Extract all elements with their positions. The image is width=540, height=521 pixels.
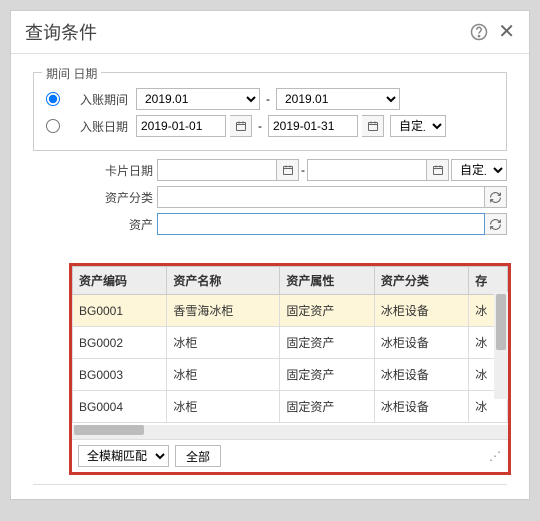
table-row[interactable]: BG0001香雪海冰柜固定资产冰柜设备冰	[73, 295, 508, 327]
date-radio[interactable]	[46, 119, 60, 133]
table-cell: 冰柜设备	[374, 359, 468, 391]
calendar-icon[interactable]	[277, 159, 299, 181]
dialog-title: 查询条件	[25, 19, 470, 45]
calendar-icon[interactable]	[230, 115, 252, 137]
period-fieldset: 期间 日期 入账期间 2019.01 - 2019.01 入账日期 - 自定义	[33, 72, 507, 151]
date-from-input[interactable]	[136, 115, 226, 137]
refresh-icon[interactable]	[485, 186, 507, 208]
title-bar: 查询条件 ✕	[11, 11, 529, 54]
match-mode-select[interactable]: 全模糊匹配	[78, 445, 169, 467]
table-cell: 冰柜设备	[374, 327, 468, 359]
vertical-scrollbar[interactable]	[494, 292, 508, 399]
table-cell: 固定资产	[280, 295, 374, 327]
table-cell: 固定资产	[280, 359, 374, 391]
col-name[interactable]: 资产名称	[167, 267, 280, 295]
table-cell: 香雪海冰柜	[167, 295, 280, 327]
close-icon[interactable]: ✕	[498, 22, 515, 42]
col-store[interactable]: 存	[469, 267, 508, 295]
table-cell: 冰柜设备	[374, 295, 468, 327]
period-to-select[interactable]: 2019.01	[276, 88, 400, 110]
help-icon[interactable]	[470, 23, 488, 41]
table-cell: BG0003	[73, 359, 167, 391]
table-cell: 冰柜	[167, 391, 280, 423]
horizontal-scrollbar[interactable]	[72, 425, 508, 439]
period-radio[interactable]	[46, 92, 60, 106]
col-cat[interactable]: 资产分类	[374, 267, 468, 295]
divider	[33, 484, 507, 485]
asset-input[interactable]	[157, 213, 485, 235]
col-code[interactable]: 资产编码	[73, 267, 167, 295]
fieldset-legend: 期间 日期	[42, 65, 101, 82]
popup-footer: 全模糊匹配 全部 ⋰	[72, 439, 508, 472]
date-to-input[interactable]	[268, 115, 358, 137]
table-row[interactable]: BG0004冰柜固定资产冰柜设备冰	[73, 391, 508, 423]
calendar-icon[interactable]	[427, 159, 449, 181]
period-label: 入账期间	[72, 91, 128, 108]
calendar-icon[interactable]	[362, 115, 384, 137]
table-cell: BG0001	[73, 295, 167, 327]
dash: -	[258, 119, 262, 133]
all-button[interactable]: 全部	[175, 445, 221, 467]
card-date-from[interactable]	[157, 159, 277, 181]
table-cell: 冰柜	[167, 359, 280, 391]
table-cell: BG0002	[73, 327, 167, 359]
date-label: 入账日期	[72, 118, 128, 135]
table-row[interactable]: BG0003冰柜固定资产冰柜设备冰	[73, 359, 508, 391]
card-date-to[interactable]	[307, 159, 427, 181]
dash: -	[266, 92, 270, 106]
table-cell: 冰柜设备	[374, 391, 468, 423]
dialog: 查询条件 ✕ 期间 日期 入账期间 2019.01 - 2019.01 入账日期…	[10, 10, 530, 500]
period-from-select[interactable]: 2019.01	[136, 88, 260, 110]
form-area: 卡片日期 - 自定义 资产分类 资产	[33, 159, 507, 235]
table-cell: 固定资产	[280, 327, 374, 359]
date-custom-select[interactable]: 自定义	[390, 115, 446, 137]
more-icon[interactable]: ⋰	[489, 449, 502, 463]
table-cell: BG0004	[73, 391, 167, 423]
refresh-icon[interactable]	[485, 213, 507, 235]
asset-table: 资产编码 资产名称 资产属性 资产分类 存 BG0001香雪海冰柜固定资产冰柜设…	[72, 266, 508, 423]
card-date-label: 卡片日期	[33, 162, 153, 179]
table-row[interactable]: BG0002冰柜固定资产冰柜设备冰	[73, 327, 508, 359]
table-cell: 固定资产	[280, 391, 374, 423]
category-input[interactable]	[157, 186, 485, 208]
col-attr[interactable]: 资产属性	[280, 267, 374, 295]
card-custom-select[interactable]: 自定义	[451, 159, 507, 181]
asset-lookup-popup: 资产编码 资产名称 资产属性 资产分类 存 BG0001香雪海冰柜固定资产冰柜设…	[69, 263, 511, 475]
asset-label: 资产	[33, 216, 153, 233]
table-cell: 冰柜	[167, 327, 280, 359]
category-label: 资产分类	[33, 189, 153, 206]
